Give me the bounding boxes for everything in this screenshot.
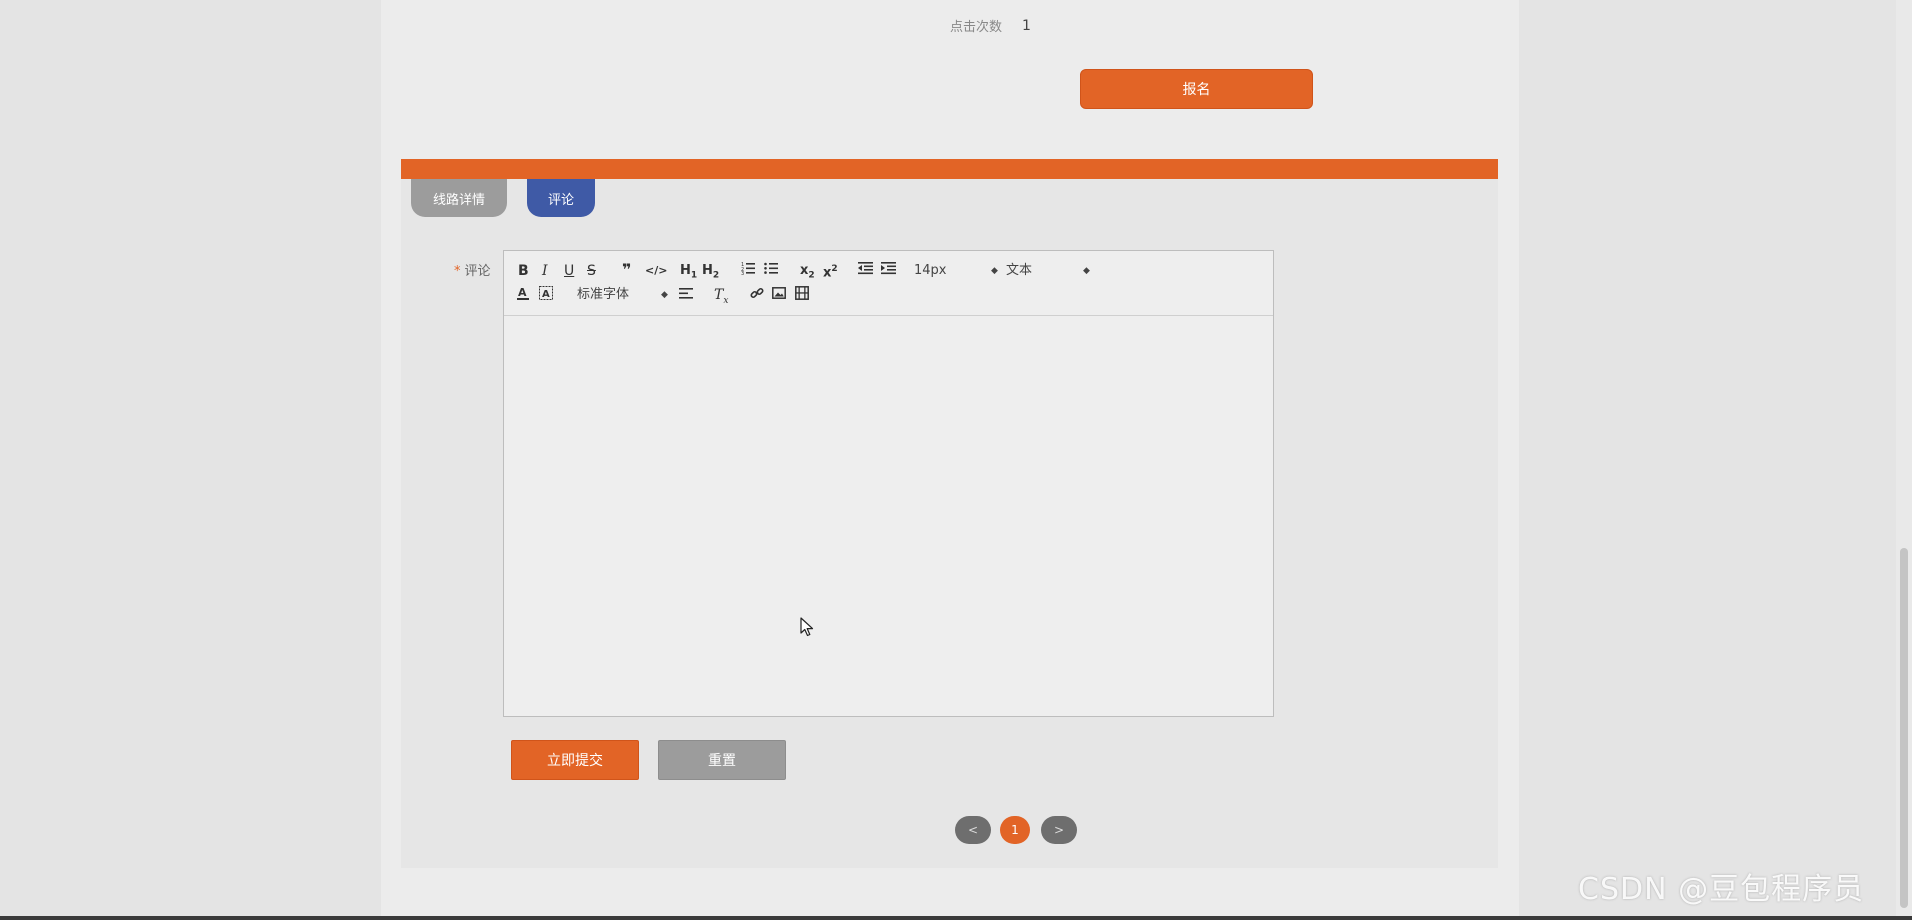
font-size-value: 14px [914, 263, 947, 278]
bottom-edge [0, 916, 1912, 920]
editor-content-area[interactable] [504, 316, 1273, 716]
select-arrows-icon: ◆ [661, 290, 668, 300]
click-count-label: 点击次数 [950, 20, 1003, 35]
click-count-row: 点击次数 1 [950, 16, 1031, 36]
font-color-icon[interactable]: A [517, 286, 529, 305]
font-family-value: 标准字体 [577, 287, 630, 302]
underline-icon[interactable]: U [564, 262, 574, 280]
bold-icon[interactable]: B [518, 262, 529, 280]
tab-route-details[interactable]: 线路详情 [411, 179, 507, 217]
svg-text:3: 3 [741, 271, 744, 275]
reset-button[interactable]: 重置 [658, 740, 786, 780]
mouse-cursor-icon [800, 617, 814, 641]
select-arrows-icon: ◆ [1083, 266, 1090, 276]
page-scrollbar[interactable] [1896, 0, 1912, 920]
signup-button[interactable]: 报名 [1080, 69, 1313, 109]
code-block-icon[interactable]: </> [645, 262, 667, 280]
background-color-icon[interactable]: A [539, 286, 553, 305]
required-mark: * [454, 264, 461, 279]
font-size-select[interactable]: 14px ◆ [914, 262, 1000, 280]
submit-button[interactable]: 立即提交 [511, 740, 639, 780]
strikethrough-icon[interactable]: S [587, 262, 596, 280]
watermark-text: CSDN @豆包程序员 [1578, 872, 1865, 907]
select-arrows-icon: ◆ [991, 266, 998, 276]
pagination-next-button[interactable]: > [1041, 816, 1077, 844]
scrollbar-thumb[interactable] [1900, 548, 1908, 908]
pagination-prev-button[interactable]: < [955, 816, 991, 844]
image-icon[interactable] [772, 286, 786, 305]
click-count-value: 1 [1022, 17, 1031, 34]
blockquote-icon[interactable]: ❞ [622, 261, 631, 279]
editor-toolbar: B I U S ❞ </> H1 H2 123 x2 x2 14px ◆ 文本 … [504, 251, 1273, 316]
video-icon[interactable] [795, 286, 809, 305]
subscript-icon[interactable]: x2 [800, 262, 815, 285]
format-select[interactable]: 文本 ◆ [1006, 262, 1092, 280]
outdent-icon[interactable] [858, 261, 873, 280]
tab-comments[interactable]: 评论 [527, 179, 595, 217]
link-icon[interactable] [750, 286, 764, 305]
italic-icon[interactable]: I [542, 262, 548, 280]
comment-label-text: 评论 [464, 264, 491, 279]
heading-2-icon[interactable]: H2 [702, 262, 719, 285]
font-family-select[interactable]: 标准字体 ◆ [577, 286, 668, 304]
comment-field-label: * 评论 [454, 260, 491, 279]
detail-section: 线路详情 评论 * 评论 B I U S ❞ </> H1 H2 123 x2 x… [401, 159, 1498, 868]
rich-text-editor: B I U S ❞ </> H1 H2 123 x2 x2 14px ◆ 文本 … [503, 250, 1274, 717]
svg-text:A: A [542, 289, 550, 300]
section-header-bar [401, 159, 1498, 179]
align-icon[interactable] [679, 286, 693, 305]
svg-text:A: A [518, 286, 527, 299]
pagination-page-1[interactable]: 1 [1000, 816, 1030, 844]
heading-1-icon[interactable]: H1 [680, 262, 697, 285]
ordered-list-icon[interactable]: 123 [741, 261, 755, 280]
indent-icon[interactable] [881, 261, 896, 280]
superscript-icon[interactable]: x2 [823, 260, 838, 282]
format-value: 文本 [1006, 263, 1033, 278]
bullet-list-icon[interactable] [764, 261, 778, 280]
clear-format-icon[interactable]: Tx [714, 286, 728, 310]
